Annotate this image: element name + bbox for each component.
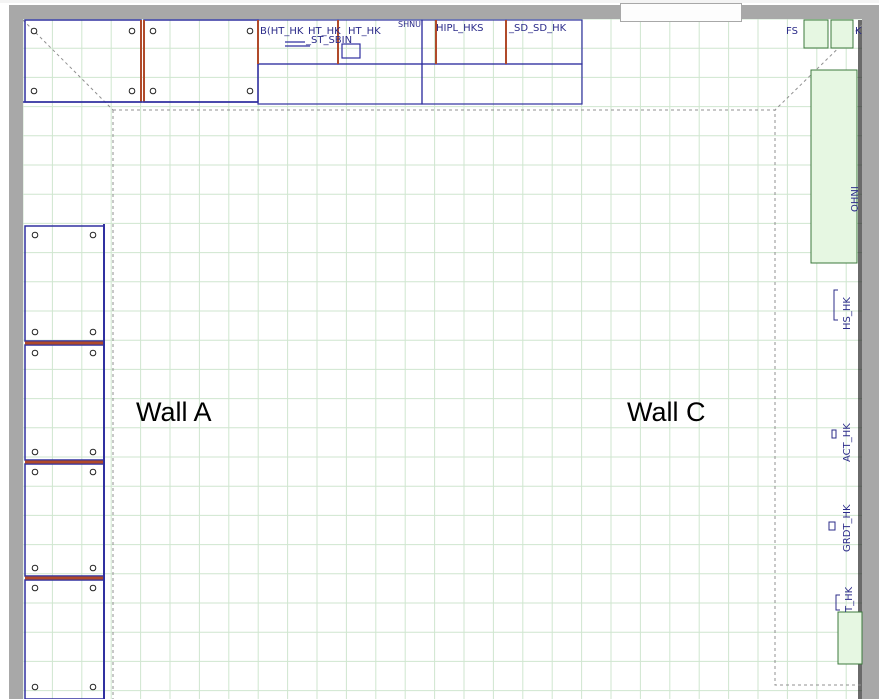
hinge-circle — [31, 584, 39, 592]
hinge-circle — [89, 328, 97, 336]
top-cabinets-left[interactable] — [23, 19, 259, 103]
floor-plan-drawing[interactable] — [0, 0, 879, 699]
dashed-room-outline — [112, 109, 862, 699]
cabinet-code: _ST_SBIN — [306, 35, 353, 46]
grid-lines — [22, 18, 862, 699]
appliance-code: T_HK — [844, 586, 855, 612]
appliance-code: GRDT_HK — [842, 504, 853, 552]
hinge-circle — [246, 87, 254, 95]
floor-plan-canvas[interactable]: B(HT_HK HT_HK HT_HK _ST_SBIN HIPL_HKS _S… — [0, 0, 879, 699]
horizontal-scrollbar-thumb[interactable] — [620, 3, 742, 22]
hinge-circle — [31, 564, 39, 572]
hinge-circle — [30, 87, 38, 95]
hinge-circle — [31, 448, 39, 456]
top-right-unit-2[interactable] — [830, 19, 854, 49]
cabinet-code: B(HT_HK — [260, 26, 304, 37]
dashed-corner-left — [22, 19, 114, 111]
hinge-circle — [89, 468, 97, 476]
wall-top — [9, 5, 879, 19]
hinge-circle — [149, 87, 157, 95]
tall-appliance[interactable] — [810, 69, 858, 264]
hinge-circle — [31, 683, 39, 691]
appliance-code: ACT_HK — [842, 423, 853, 462]
wall-a-label: Wall A — [136, 397, 212, 427]
cabinet-code: _SD_SD_HK — [509, 23, 567, 34]
appliance-code: OHNI — [850, 186, 861, 212]
hinge-circle — [246, 27, 254, 35]
hinge-circle — [89, 683, 97, 691]
wall-c-appliances[interactable] — [803, 19, 863, 665]
cabinet-code: HT_HK — [348, 26, 381, 37]
appliance-code: FS — [786, 26, 798, 37]
hinge-circle — [31, 231, 39, 239]
wall-right — [862, 5, 879, 699]
appliance-code: K — [855, 26, 862, 37]
hinge-circle — [30, 27, 38, 35]
appliance-code: HS_HK — [842, 297, 853, 330]
hinge-circle — [89, 231, 97, 239]
top-ruler — [0, 0, 879, 3]
hinge-circle — [89, 584, 97, 592]
cabinet-code: SHNU — [398, 20, 421, 29]
hinge-circle — [149, 27, 157, 35]
wall-right-inner — [858, 20, 862, 699]
hinge-circle — [89, 564, 97, 572]
wall-a-cabinets[interactable] — [24, 224, 105, 699]
hinge-circle — [128, 87, 136, 95]
bottom-right-unit[interactable] — [837, 611, 863, 665]
hinge-markers — [30, 27, 254, 691]
hinge-circle — [31, 328, 39, 336]
hinge-circle — [128, 27, 136, 35]
wall-c-label: Wall C — [627, 397, 706, 427]
hinge-circle — [89, 349, 97, 357]
cabinet-code: HIPL_HKS — [436, 23, 484, 34]
hinge-circle — [31, 468, 39, 476]
hinge-circle — [89, 448, 97, 456]
top-right-unit-1[interactable] — [803, 19, 829, 49]
wall-left — [9, 5, 23, 699]
hinge-circle — [31, 349, 39, 357]
